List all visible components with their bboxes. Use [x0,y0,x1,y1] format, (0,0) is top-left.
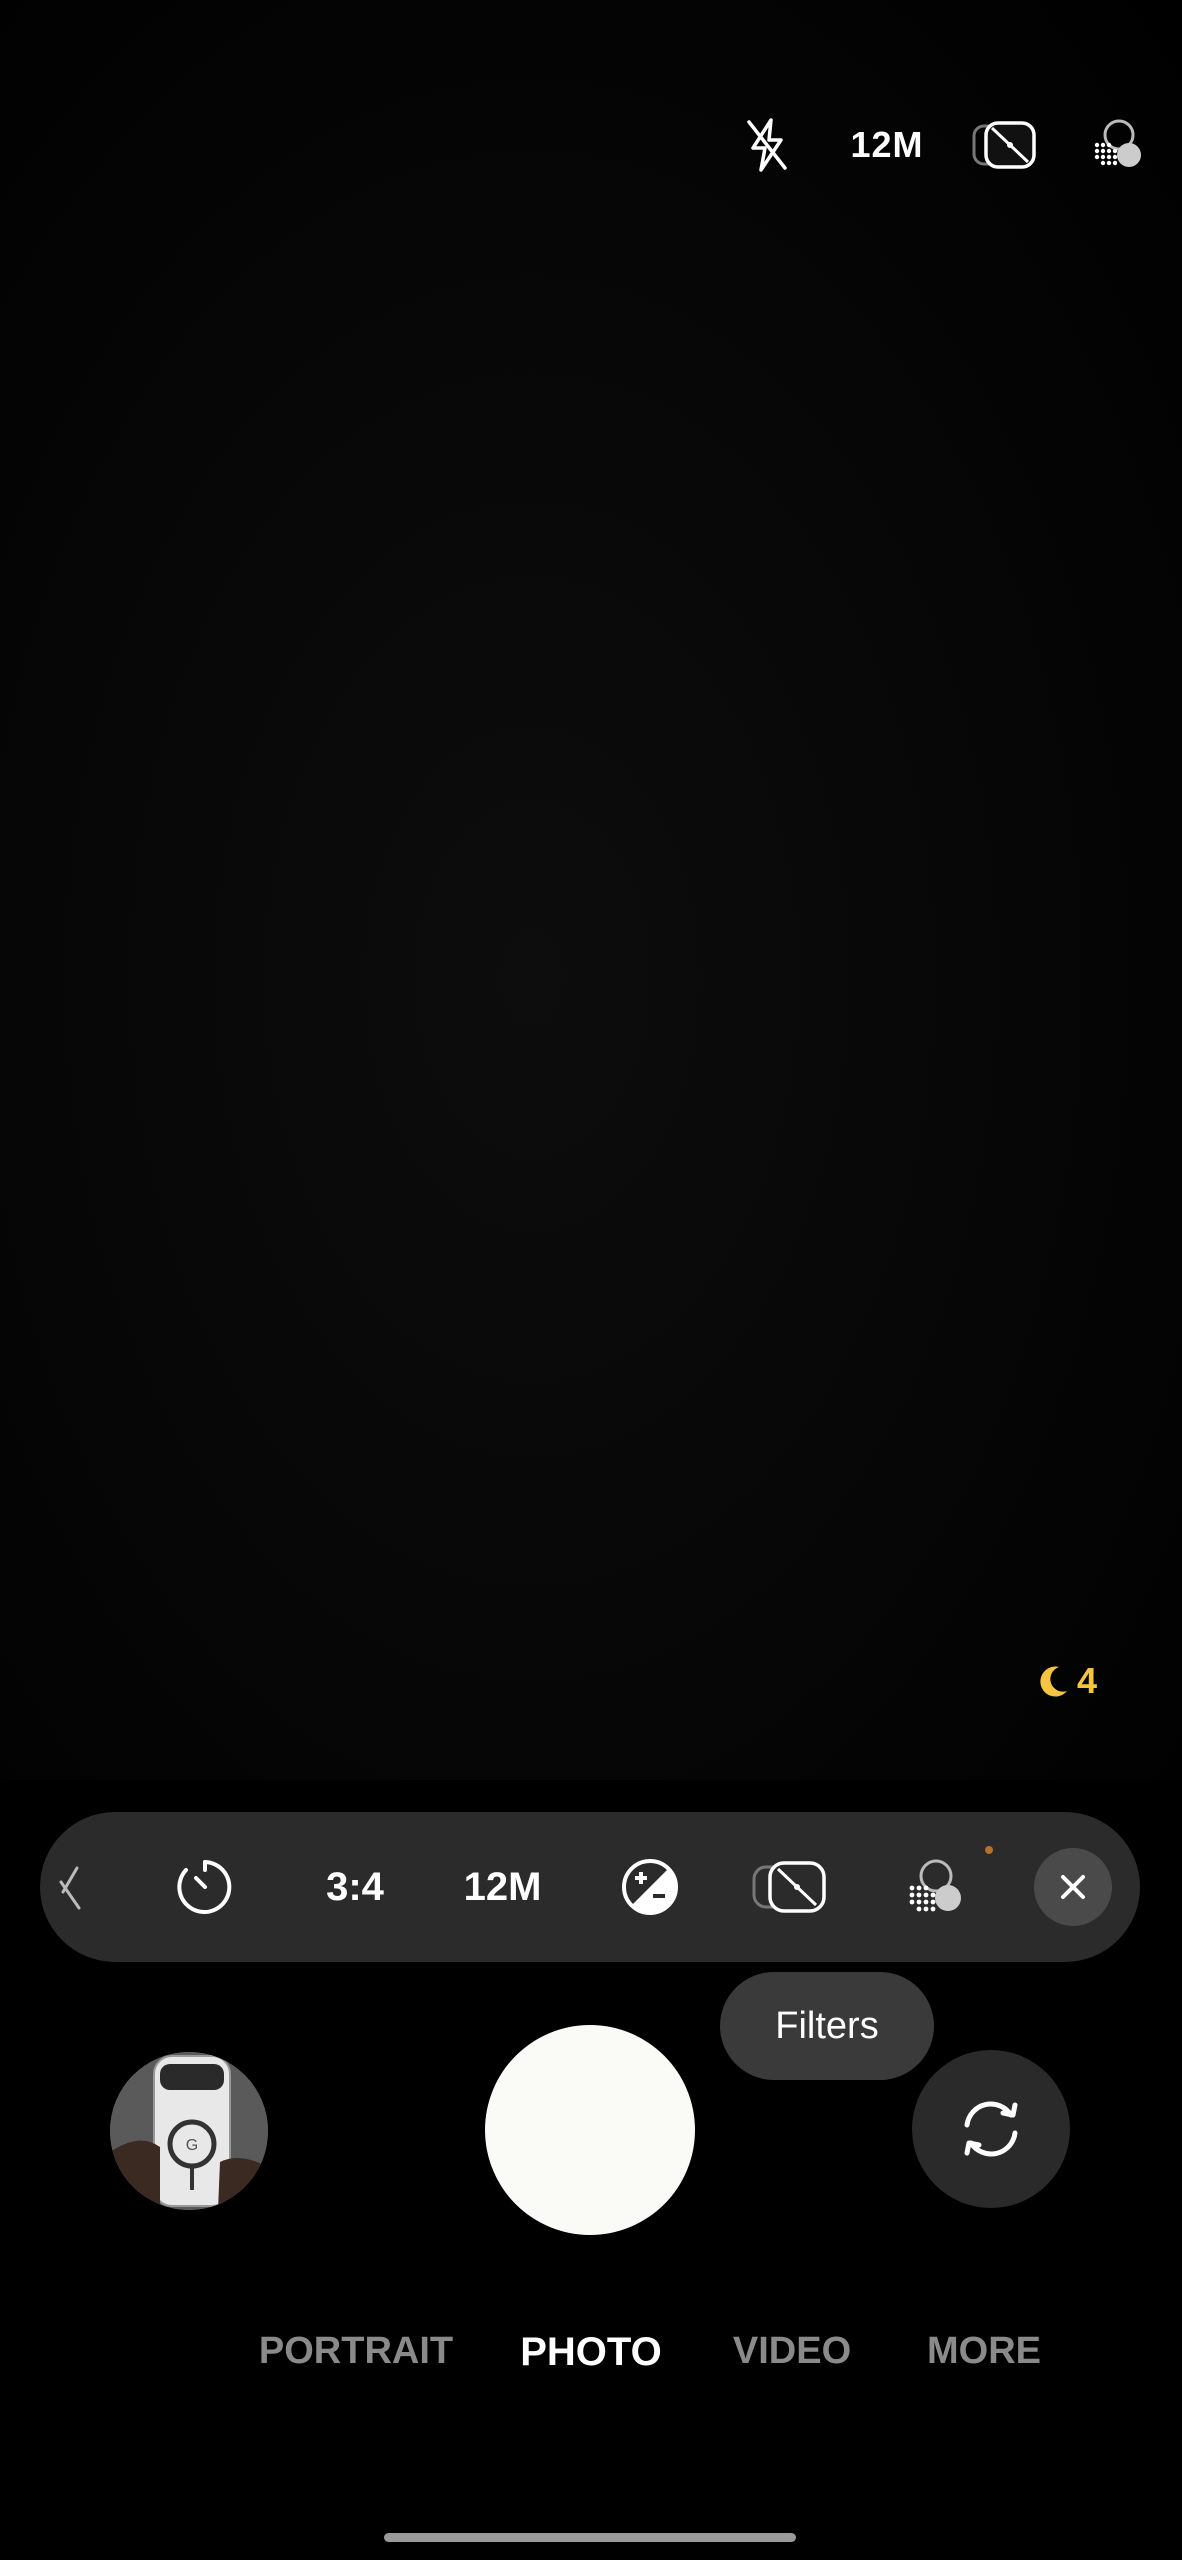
resolution-button[interactable]: 12M [440,1812,565,1962]
mode-photo[interactable]: PHOTO [520,2330,662,2375]
night-mode-seconds: 4 [1077,1660,1098,1701]
shutter-button[interactable] [485,2025,695,2235]
filters-icon[interactable] [885,1812,985,1962]
aspect-ratio-button[interactable]: 3:4 [295,1812,415,1962]
moon-icon [1040,1666,1067,1697]
mode-portrait[interactable]: PORTRAIT [259,2330,453,2373]
resolution-button[interactable]: 12M [837,110,937,180]
motion-photo-off-icon[interactable] [740,1812,840,1962]
switch-camera-icon [964,2101,1018,2157]
filters-tooltip: Filters [720,1972,934,2080]
night-mode-indicator[interactable]: 4 [1035,1660,1097,1702]
exposure-icon[interactable] [600,1812,700,1962]
svg-text:G: G [186,2137,198,2154]
mode-selector: PORTRAIT PHOTO VIDEO MORE [0,2330,1182,2400]
camera-viewfinder[interactable] [0,0,1182,1780]
switch-camera-button[interactable] [912,2050,1070,2208]
flash-off-icon[interactable] [737,110,797,180]
mode-more[interactable]: MORE [927,2330,1041,2373]
mode-video[interactable]: VIDEO [733,2330,851,2373]
timer-icon[interactable] [155,1812,255,1962]
close-settings-button[interactable] [1028,1812,1118,1962]
filters-icon[interactable] [1077,110,1157,180]
close-icon [1034,1848,1112,1926]
gallery-thumbnail[interactable]: G [110,2052,268,2210]
motion-photo-off-icon[interactable] [965,110,1045,180]
home-indicator[interactable] [384,2533,796,2542]
new-feature-dot [985,1846,993,1854]
top-bar: 12M [682,110,1182,180]
flash-off-icon[interactable] [40,1812,100,1962]
quick-settings-bar: 3:4 12M [40,1812,1140,1962]
